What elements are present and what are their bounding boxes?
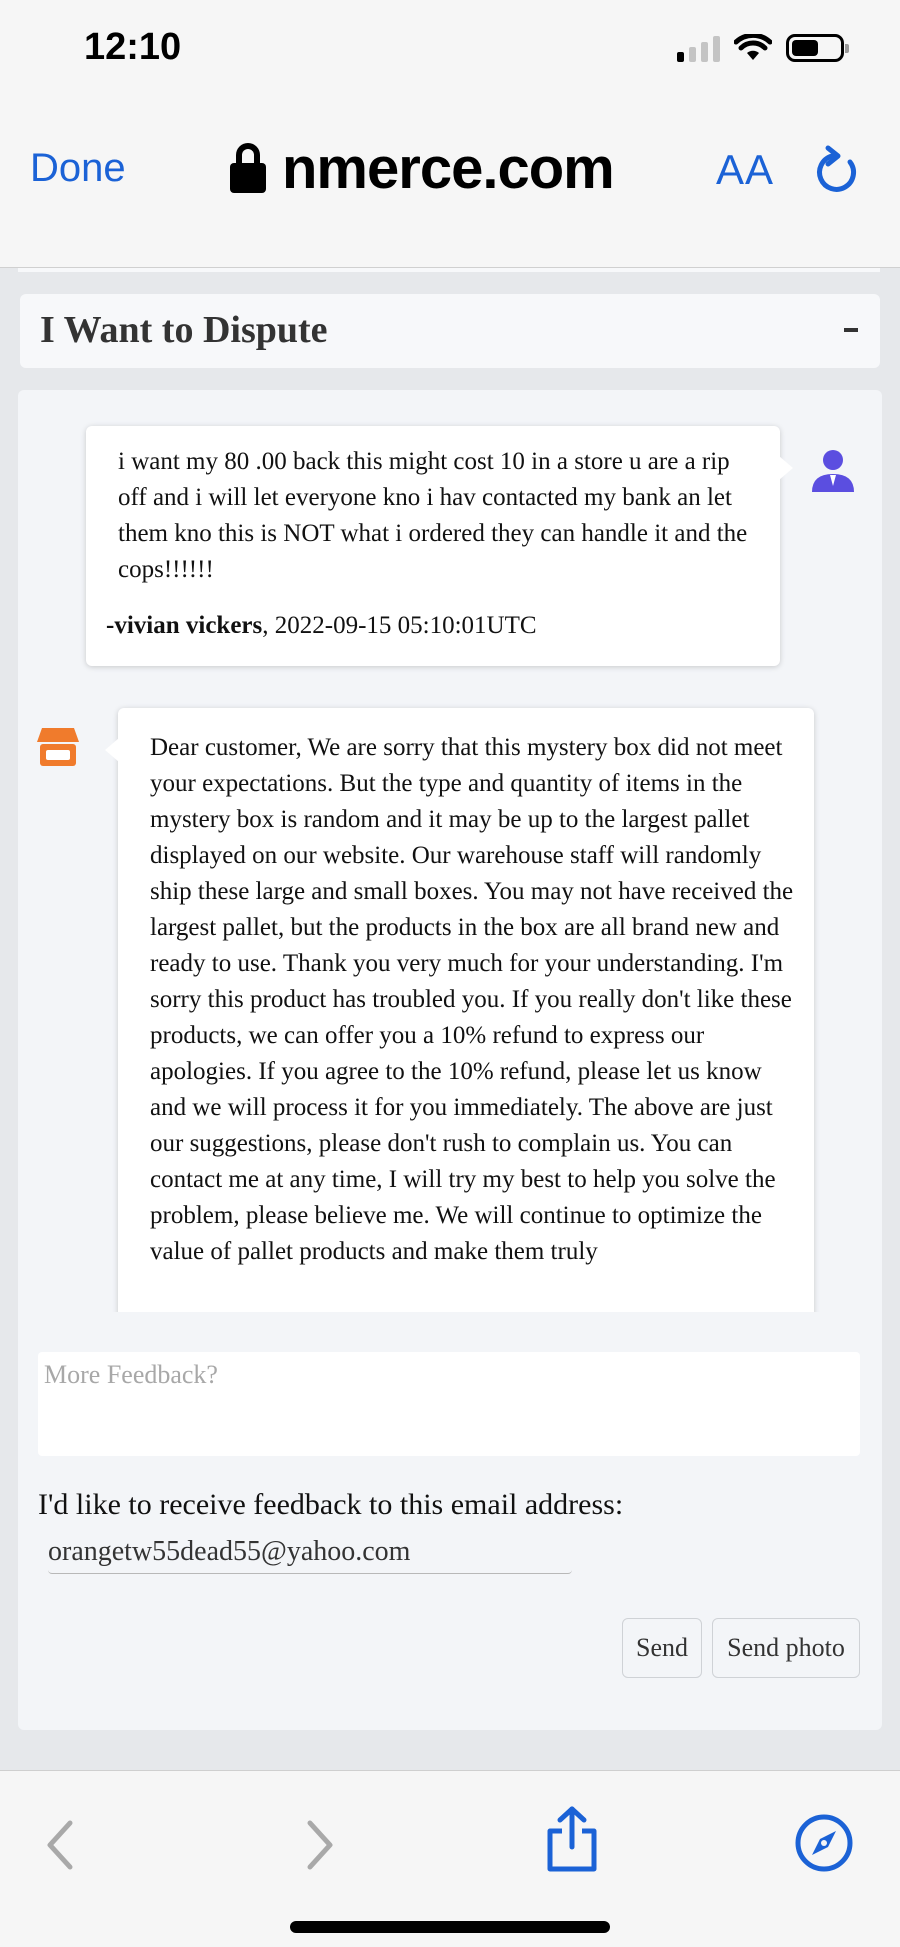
page-content: I Want to Dispute i want my 80 .00 back … xyxy=(0,268,900,1770)
reload-icon[interactable] xyxy=(812,144,860,196)
address-bar[interactable]: nmerce.com xyxy=(230,136,690,200)
back-arrow-icon[interactable] xyxy=(40,1817,80,1873)
url-text: nmerce.com xyxy=(282,136,615,200)
customer-avatar-icon xyxy=(812,450,854,492)
browser-toolbar xyxy=(0,1770,900,1947)
send-button[interactable]: Send xyxy=(622,1618,702,1678)
wifi-icon xyxy=(734,34,772,60)
lock-icon xyxy=(230,143,266,193)
more-feedback-input[interactable] xyxy=(38,1352,860,1398)
customer-message: i want my 80 .00 back this might cost 10… xyxy=(86,426,793,666)
cellular-signal-icon xyxy=(677,34,720,62)
home-indicator[interactable] xyxy=(290,1921,610,1933)
message-text: Dear customer, We are sorry that this my… xyxy=(150,734,794,1265)
message-author: -vivian vickers xyxy=(106,612,263,639)
send-photo-button[interactable]: Send photo xyxy=(712,1618,860,1678)
browser-nav-bar: Done nmerce.com AA xyxy=(0,100,900,268)
message-signature: -vivian vickers, 2022-09-15 05:10:01UTC xyxy=(106,608,756,644)
status-time: 12:10 xyxy=(84,26,182,68)
divider xyxy=(18,268,880,272)
forward-arrow-icon[interactable] xyxy=(300,1817,340,1873)
dispute-panel: i want my 80 .00 back this might cost 10… xyxy=(18,390,882,1730)
feedback-box[interactable] xyxy=(38,1352,860,1456)
text-size-button[interactable]: AA xyxy=(716,146,774,194)
message-text: i want my 80 .00 back this might cost 10… xyxy=(118,448,748,583)
dispute-header[interactable]: I Want to Dispute xyxy=(20,294,880,368)
seller-message: Dear customer, We are sorry that this my… xyxy=(105,708,814,1312)
store-icon xyxy=(37,728,79,766)
share-icon[interactable] xyxy=(544,1805,600,1873)
battery-icon xyxy=(786,34,849,62)
done-button[interactable]: Done xyxy=(30,146,126,191)
status-bar: 12:10 xyxy=(0,0,900,100)
collapse-toggle-icon[interactable] xyxy=(844,328,858,332)
message-timestamp: , 2022-09-15 05:10:01UTC xyxy=(262,612,537,639)
email-label: I'd like to receive feedback to this ema… xyxy=(38,1488,624,1521)
status-icons xyxy=(677,34,849,62)
page-title: I Want to Dispute xyxy=(40,309,328,351)
compass-icon[interactable] xyxy=(794,1813,854,1873)
email-field[interactable]: orangetw55dead55@yahoo.com xyxy=(48,1532,572,1574)
chat-thread[interactable]: i want my 80 .00 back this might cost 10… xyxy=(18,390,882,1312)
